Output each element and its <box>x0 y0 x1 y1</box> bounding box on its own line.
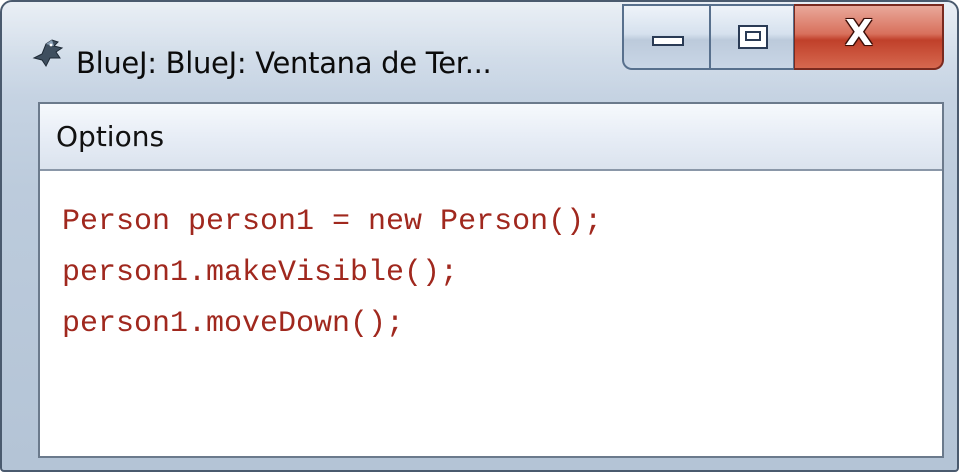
caption-buttons: X <box>622 4 944 70</box>
maximize-icon <box>738 25 768 49</box>
client-area: Options Person person1 = new Person(); p… <box>38 102 944 458</box>
close-button[interactable]: X <box>794 4 944 70</box>
window-title: BlueJ: BlueJ: Ventana de Ter... <box>76 46 492 80</box>
minimize-icon <box>652 36 684 46</box>
terminal-line: Person person1 = new Person(); <box>62 205 603 239</box>
terminal-output[interactable]: Person person1 = new Person(); person1.m… <box>40 171 942 456</box>
maximize-button[interactable] <box>710 4 794 70</box>
minimize-button[interactable] <box>622 4 710 70</box>
terminal-line: person1.moveDown(); <box>62 307 405 341</box>
menu-bar: Options <box>40 104 942 171</box>
terminal-line: person1.makeVisible(); <box>62 256 459 290</box>
terminal-window: BlueJ: BlueJ: Ventana de Ter... X Option… <box>0 0 959 472</box>
title-bar[interactable]: BlueJ: BlueJ: Ventana de Ter... X <box>2 2 957 97</box>
menu-options[interactable]: Options <box>56 120 164 153</box>
bluej-bird-icon <box>32 39 64 67</box>
close-icon: X <box>845 13 873 54</box>
